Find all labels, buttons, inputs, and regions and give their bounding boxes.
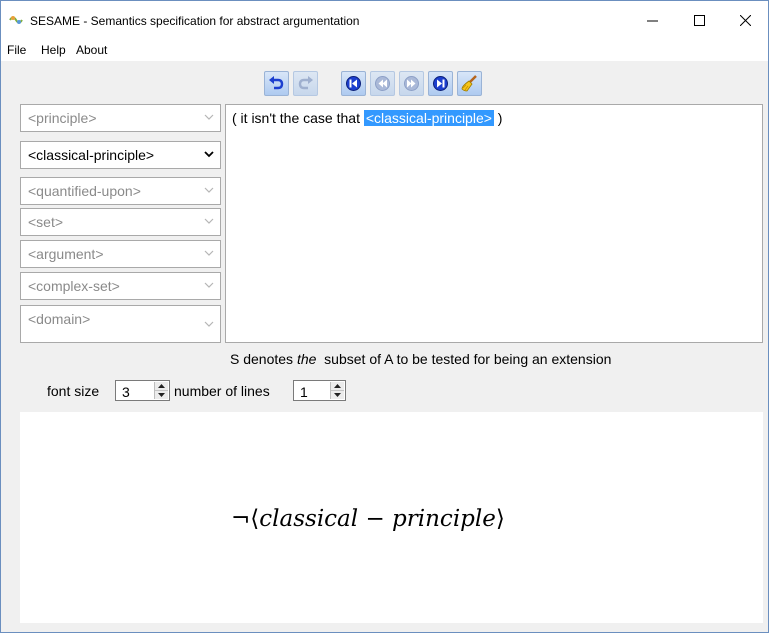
arrow-up-icon	[158, 384, 165, 388]
formula-close-bracket: ⟩	[495, 506, 505, 532]
chevron-down-icon[interactable]	[204, 186, 214, 194]
description-before: S denotes	[230, 351, 297, 367]
lines-spinner[interactable]: 1	[293, 380, 346, 401]
arrow-up-icon	[334, 384, 341, 388]
chevron-down-icon[interactable]	[204, 320, 214, 328]
spin-down-button[interactable]	[155, 391, 168, 399]
formula-minus: −	[358, 506, 393, 532]
menu-about[interactable]: About	[76, 43, 107, 57]
lines-label: number of lines	[174, 383, 270, 399]
spin-up-button[interactable]	[155, 382, 168, 391]
rule-label: <complex-set>	[28, 278, 120, 294]
font-size-spinner[interactable]: 3	[115, 380, 170, 401]
editor-prefix: ( it isn't the case that	[232, 110, 364, 126]
formula-editor[interactable]: ( it isn't the case that <classical-prin…	[225, 104, 763, 343]
chevron-down-icon[interactable]	[204, 249, 214, 257]
rule-label: <domain>	[28, 311, 91, 327]
selected-placeholder[interactable]: <classical-principle>	[363, 110, 494, 126]
next-icon	[404, 76, 419, 91]
broom-icon	[461, 75, 477, 92]
window-title: SESAME - Semantics specification for abs…	[30, 14, 360, 28]
first-icon	[346, 76, 361, 91]
undo-button[interactable]	[264, 71, 289, 96]
close-icon	[739, 14, 751, 26]
chevron-down-icon[interactable]	[204, 217, 214, 225]
font-size-spin-buttons	[154, 382, 168, 399]
chevron-down-icon[interactable]	[204, 281, 214, 289]
spin-up-button[interactable]	[331, 382, 344, 391]
lines-value[interactable]: 1	[300, 384, 308, 400]
rule-item-complex-set[interactable]: <complex-set>	[20, 272, 221, 300]
formula-preview: ¬⟨classical − principle⟩	[20, 412, 763, 623]
previous-button[interactable]	[370, 71, 395, 96]
lines-spin-buttons	[330, 382, 344, 399]
chevron-down-icon[interactable]	[204, 150, 214, 158]
spin-down-button[interactable]	[331, 391, 344, 399]
font-size-label: font size	[47, 383, 100, 399]
rule-item-principle[interactable]: <principle>	[20, 104, 221, 132]
rule-label: <quantified-upon>	[28, 183, 141, 199]
maximize-button[interactable]	[676, 1, 722, 39]
close-button[interactable]	[722, 1, 768, 39]
menu-file[interactable]: File	[7, 43, 26, 57]
last-icon	[433, 76, 448, 91]
rule-item-domain[interactable]: <domain>	[20, 305, 221, 343]
clear-button[interactable]	[457, 71, 482, 96]
undo-icon	[269, 76, 284, 90]
app-window: SESAME - Semantics specification for abs…	[0, 0, 769, 633]
next-button[interactable]	[399, 71, 424, 96]
rule-item-argument[interactable]: <argument>	[20, 240, 221, 268]
editor-suffix: )	[493, 110, 503, 126]
description-text: S denotes the subset of A to be tested f…	[230, 351, 611, 367]
redo-button[interactable]	[293, 71, 318, 96]
app-logo-icon	[9, 14, 23, 26]
formula-negation: ¬	[231, 506, 251, 532]
rule-label: <classical-principle>	[28, 147, 155, 163]
formula-term-classical: classical	[259, 506, 359, 532]
rule-item-quantified-upon[interactable]: <quantified-upon>	[20, 177, 221, 205]
title-bar: SESAME - Semantics specification for abs…	[1, 1, 768, 39]
rule-label: <argument>	[28, 246, 104, 262]
formula-term-principle: principle	[392, 506, 496, 532]
font-size-value[interactable]: 3	[122, 384, 130, 400]
minimize-button[interactable]	[629, 1, 675, 39]
menu-help[interactable]: Help	[41, 43, 66, 57]
rule-item-set[interactable]: <set>	[20, 208, 221, 236]
redo-icon	[298, 76, 313, 90]
chevron-down-icon[interactable]	[204, 113, 214, 121]
rule-label: <set>	[28, 214, 64, 230]
description-emphasis: the	[296, 351, 317, 367]
rule-label: <principle>	[28, 110, 97, 126]
editor-line: ( it isn't the case that <classical-prin…	[232, 110, 502, 126]
rendered-formula: ¬⟨classical − principle⟩	[231, 506, 505, 532]
arrow-down-icon	[334, 393, 341, 397]
formula-open-bracket: ⟨	[250, 506, 260, 532]
menu-bar: File Help About	[1, 39, 768, 61]
arrow-down-icon	[158, 393, 165, 397]
description-after: subset of A to be tested for being an ex…	[316, 351, 612, 367]
previous-icon	[375, 76, 390, 91]
first-button[interactable]	[341, 71, 366, 96]
last-button[interactable]	[428, 71, 453, 96]
minimize-icon	[646, 20, 658, 21]
maximize-icon	[693, 14, 705, 26]
rule-item-classical-principle[interactable]: <classical-principle>	[20, 141, 221, 169]
